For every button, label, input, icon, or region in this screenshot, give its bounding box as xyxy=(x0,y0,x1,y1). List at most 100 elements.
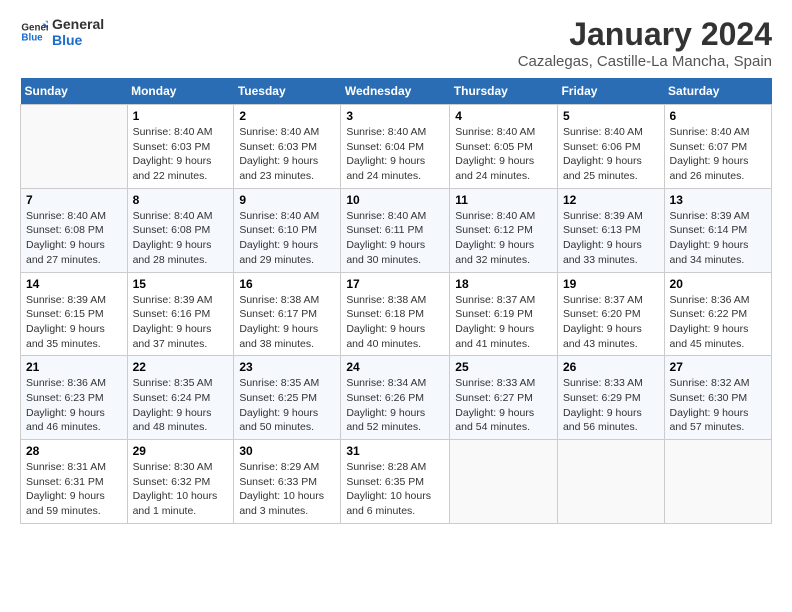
day-info: Sunrise: 8:34 AMSunset: 6:26 PMDaylight:… xyxy=(346,376,444,435)
day-info: Sunrise: 8:35 AMSunset: 6:25 PMDaylight:… xyxy=(239,376,335,435)
day-info: Sunrise: 8:36 AMSunset: 6:23 PMDaylight:… xyxy=(26,376,122,435)
table-row: 27 Sunrise: 8:32 AMSunset: 6:30 PMDayligh… xyxy=(664,356,771,440)
table-row: 12Sunrise: 8:39 AMSunset: 6:13 PMDayligh… xyxy=(557,188,664,272)
day-info: Sunrise: 8:40 AMSunset: 6:12 PMDaylight:… xyxy=(455,209,552,268)
day-number: 30 xyxy=(239,444,335,458)
svg-text:Blue: Blue xyxy=(21,32,43,43)
day-number: 14 xyxy=(26,277,122,291)
table-row: 23 Sunrise: 8:35 AMSunset: 6:25 PMDayligh… xyxy=(234,356,341,440)
table-row: 4 Sunrise: 8:40 AMSunset: 6:05 PMDaylight… xyxy=(450,105,558,189)
day-number: 2 xyxy=(239,109,335,123)
header-sunday: Sunday xyxy=(21,78,128,105)
day-number: 3 xyxy=(346,109,444,123)
day-number: 23 xyxy=(239,360,335,374)
day-info: Sunrise: 8:40 AMSunset: 6:03 PMDaylight:… xyxy=(239,125,335,184)
day-info: Sunrise: 8:36 AMSunset: 6:22 PMDaylight:… xyxy=(670,293,766,352)
day-info: Sunrise: 8:32 AMSunset: 6:30 PMDaylight:… xyxy=(670,376,766,435)
day-number: 11 xyxy=(455,193,552,207)
table-row: 18Sunrise: 8:37 AMSunset: 6:19 PMDayligh… xyxy=(450,272,558,356)
day-number: 9 xyxy=(239,193,335,207)
table-row: 15 Sunrise: 8:39 AMSunset: 6:16 PMDayligh… xyxy=(127,272,234,356)
logo-blue-text: Blue xyxy=(52,32,104,48)
day-info: Sunrise: 8:40 AMSunset: 6:08 PMDaylight:… xyxy=(133,209,229,268)
table-row: 24Sunrise: 8:34 AMSunset: 6:26 PMDayligh… xyxy=(341,356,450,440)
day-info: Sunrise: 8:39 AMSunset: 6:16 PMDaylight:… xyxy=(133,293,229,352)
table-row: 13Sunrise: 8:39 AMSunset: 6:14 PMDayligh… xyxy=(664,188,771,272)
day-number: 4 xyxy=(455,109,552,123)
header-monday: Monday xyxy=(127,78,234,105)
title-block: January 2024 Cazalegas, Castille-La Manc… xyxy=(518,16,772,70)
table-row: 29 Sunrise: 8:30 AMSunset: 6:32 PMDayligh… xyxy=(127,440,234,524)
logo-icon: General Blue xyxy=(20,18,48,46)
table-row: 25 Sunrise: 8:33 AMSunset: 6:27 PMDayligh… xyxy=(450,356,558,440)
table-row: 1Sunrise: 8:40 AMSunset: 6:03 PMDaylight… xyxy=(127,105,234,189)
day-info: Sunrise: 8:37 AMSunset: 6:20 PMDaylight:… xyxy=(563,293,659,352)
day-number: 10 xyxy=(346,193,444,207)
table-row: 20 Sunrise: 8:36 AMSunset: 6:22 PMDayligh… xyxy=(664,272,771,356)
table-row: 30 Sunrise: 8:29 AMSunset: 6:33 PMDayligh… xyxy=(234,440,341,524)
header: General Blue General Blue January 2024 C… xyxy=(20,16,772,70)
day-number: 22 xyxy=(133,360,229,374)
day-number: 20 xyxy=(670,277,766,291)
table-row: 19 Sunrise: 8:37 AMSunset: 6:20 PMDayligh… xyxy=(557,272,664,356)
day-number: 15 xyxy=(133,277,229,291)
day-number: 7 xyxy=(26,193,122,207)
day-info: Sunrise: 8:39 AMSunset: 6:15 PMDaylight:… xyxy=(26,293,122,352)
day-number: 31 xyxy=(346,444,444,458)
day-info: Sunrise: 8:33 AMSunset: 6:29 PMDaylight:… xyxy=(563,376,659,435)
table-row: 6 Sunrise: 8:40 AMSunset: 6:07 PMDaylight… xyxy=(664,105,771,189)
day-number: 28 xyxy=(26,444,122,458)
calendar-week-row: 1Sunrise: 8:40 AMSunset: 6:03 PMDaylight… xyxy=(21,105,772,189)
table-row: 26Sunrise: 8:33 AMSunset: 6:29 PMDayligh… xyxy=(557,356,664,440)
day-info: Sunrise: 8:40 AMSunset: 6:11 PMDaylight:… xyxy=(346,209,444,268)
day-number: 19 xyxy=(563,277,659,291)
table-row: 31Sunrise: 8:28 AMSunset: 6:35 PMDayligh… xyxy=(341,440,450,524)
day-number: 6 xyxy=(670,109,766,123)
day-number: 17 xyxy=(346,277,444,291)
table-row xyxy=(557,440,664,524)
table-row: 11 Sunrise: 8:40 AMSunset: 6:12 PMDayligh… xyxy=(450,188,558,272)
day-number: 5 xyxy=(563,109,659,123)
day-info: Sunrise: 8:40 AMSunset: 6:10 PMDaylight:… xyxy=(239,209,335,268)
day-number: 27 xyxy=(670,360,766,374)
table-row: 5Sunrise: 8:40 AMSunset: 6:06 PMDaylight… xyxy=(557,105,664,189)
table-row xyxy=(664,440,771,524)
day-number: 18 xyxy=(455,277,552,291)
logo: General Blue General Blue xyxy=(20,16,104,48)
header-tuesday: Tuesday xyxy=(234,78,341,105)
month-title: January 2024 xyxy=(518,16,772,53)
day-number: 21 xyxy=(26,360,122,374)
table-row: 22Sunrise: 8:35 AMSunset: 6:24 PMDayligh… xyxy=(127,356,234,440)
table-row xyxy=(450,440,558,524)
day-info: Sunrise: 8:40 AMSunset: 6:07 PMDaylight:… xyxy=(670,125,766,184)
day-number: 29 xyxy=(133,444,229,458)
table-row xyxy=(21,105,128,189)
header-thursday: Thursday xyxy=(450,78,558,105)
day-info: Sunrise: 8:29 AMSunset: 6:33 PMDaylight:… xyxy=(239,460,335,519)
table-row: 3Sunrise: 8:40 AMSunset: 6:04 PMDaylight… xyxy=(341,105,450,189)
day-info: Sunrise: 8:38 AMSunset: 6:17 PMDaylight:… xyxy=(239,293,335,352)
day-number: 16 xyxy=(239,277,335,291)
table-row: 2 Sunrise: 8:40 AMSunset: 6:03 PMDaylight… xyxy=(234,105,341,189)
day-info: Sunrise: 8:30 AMSunset: 6:32 PMDaylight:… xyxy=(133,460,229,519)
table-row: 21 Sunrise: 8:36 AMSunset: 6:23 PMDayligh… xyxy=(21,356,128,440)
calendar-week-row: 21 Sunrise: 8:36 AMSunset: 6:23 PMDayligh… xyxy=(21,356,772,440)
day-number: 25 xyxy=(455,360,552,374)
table-row: 16 Sunrise: 8:38 AMSunset: 6:17 PMDayligh… xyxy=(234,272,341,356)
day-info: Sunrise: 8:40 AMSunset: 6:05 PMDaylight:… xyxy=(455,125,552,184)
table-row: 8 Sunrise: 8:40 AMSunset: 6:08 PMDaylight… xyxy=(127,188,234,272)
header-friday: Friday xyxy=(557,78,664,105)
table-row: 9 Sunrise: 8:40 AMSunset: 6:10 PMDaylight… xyxy=(234,188,341,272)
table-row: 14 Sunrise: 8:39 AMSunset: 6:15 PMDayligh… xyxy=(21,272,128,356)
day-number: 13 xyxy=(670,193,766,207)
header-wednesday: Wednesday xyxy=(341,78,450,105)
header-saturday: Saturday xyxy=(664,78,771,105)
calendar-table: Sunday Monday Tuesday Wednesday Thursday… xyxy=(20,78,772,524)
day-number: 8 xyxy=(133,193,229,207)
day-info: Sunrise: 8:33 AMSunset: 6:27 PMDaylight:… xyxy=(455,376,552,435)
weekday-header-row: Sunday Monday Tuesday Wednesday Thursday… xyxy=(21,78,772,105)
table-row: 17Sunrise: 8:38 AMSunset: 6:18 PMDayligh… xyxy=(341,272,450,356)
table-row: 7Sunrise: 8:40 AMSunset: 6:08 PMDaylight… xyxy=(21,188,128,272)
day-number: 12 xyxy=(563,193,659,207)
day-info: Sunrise: 8:40 AMSunset: 6:03 PMDaylight:… xyxy=(133,125,229,184)
